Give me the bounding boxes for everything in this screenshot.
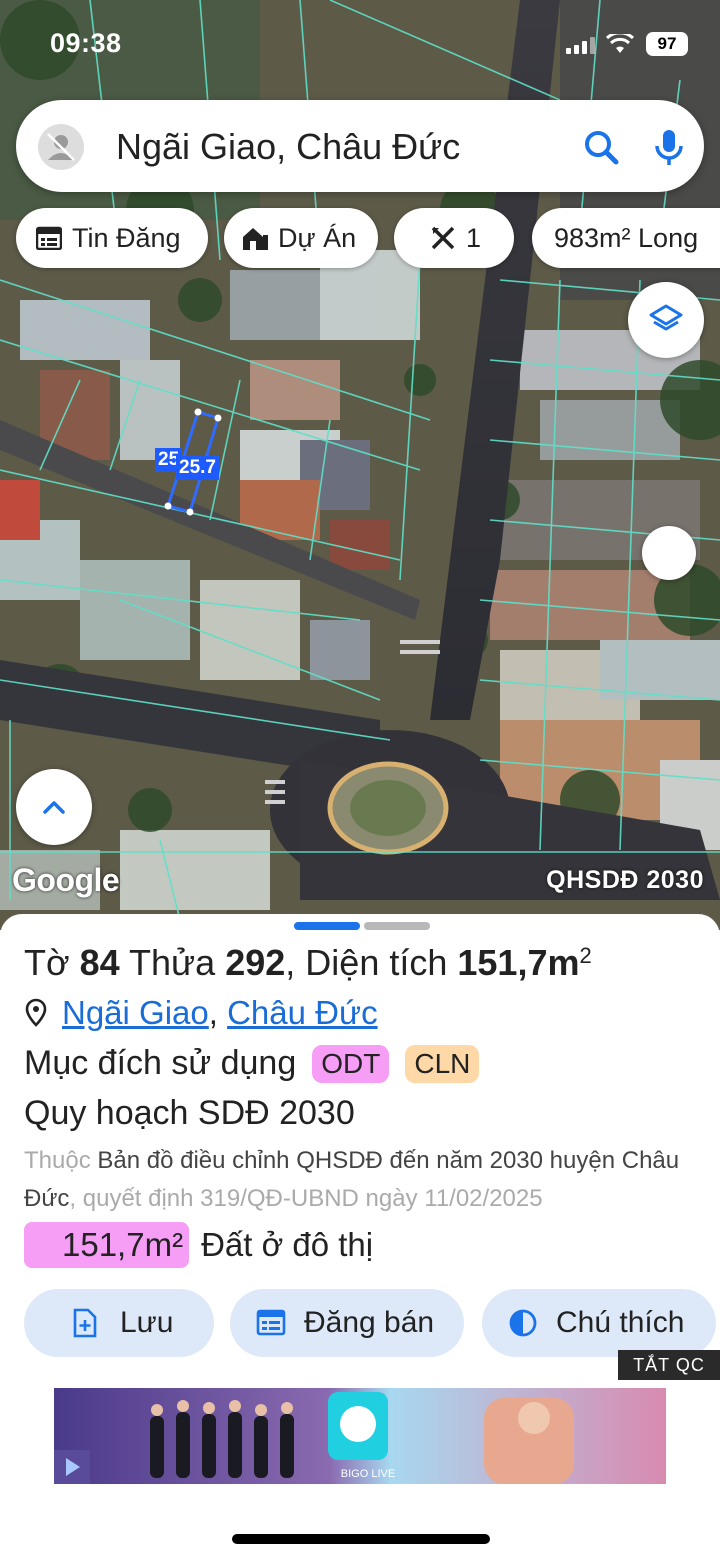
user-placeholder-icon bbox=[47, 133, 75, 161]
save-button[interactable]: Lưu bbox=[24, 1289, 214, 1357]
add-file-icon bbox=[72, 1308, 102, 1338]
parcel-label: Thửa bbox=[129, 942, 216, 983]
parcel-number: 292 bbox=[225, 942, 286, 983]
chevron-up-icon bbox=[43, 801, 65, 814]
status-time: 09:38 bbox=[50, 28, 122, 58]
title-comma: , bbox=[285, 942, 296, 983]
ruler-icon bbox=[428, 223, 458, 253]
sheet-number: 84 bbox=[79, 942, 120, 983]
land-type: Đất ở đô thị bbox=[201, 1226, 374, 1263]
note-map-name: Bản đồ điều chỉnh QHSDĐ đến năm 2030 huy… bbox=[97, 1147, 616, 1174]
parcel-location: Ngãi Giao, Châu Đức bbox=[24, 994, 378, 1032]
purpose-tag-cln[interactable]: CLN bbox=[405, 1044, 480, 1083]
plan-title: Quy hoạch SDĐ 2030 bbox=[24, 1094, 355, 1132]
search-icon bbox=[585, 131, 619, 165]
sheet-label: Tờ bbox=[24, 942, 70, 983]
chip-area[interactable]: 983m² Long bbox=[532, 208, 720, 268]
expand-button[interactable] bbox=[16, 769, 92, 845]
post-sale-label: Đăng bán bbox=[304, 1306, 435, 1339]
google-logo: Google bbox=[12, 862, 120, 898]
home-building-icon bbox=[240, 223, 270, 253]
microphone-icon bbox=[655, 130, 683, 165]
page-dot bbox=[364, 922, 430, 930]
area-badge: 151,7m² bbox=[24, 1222, 190, 1268]
cellular-signal-icon bbox=[566, 36, 595, 54]
home-indicator[interactable] bbox=[232, 1534, 490, 1544]
battery-icon: 97 bbox=[646, 32, 688, 56]
district-link[interactable]: Châu Đức bbox=[227, 994, 377, 1032]
land-use-purpose: Mục đích sử dụng ODT CLN bbox=[24, 1044, 480, 1083]
legend-button[interactable]: Chú thích bbox=[482, 1289, 716, 1357]
location-button[interactable] bbox=[642, 526, 696, 580]
plan-note: Thuộc Bản đồ điều chỉnh QHSDĐ đến năm 20… bbox=[24, 1142, 704, 1218]
chip-measure[interactable]: 1 bbox=[394, 208, 514, 268]
voice-search-button[interactable] bbox=[644, 122, 694, 172]
legend-label: Chú thích bbox=[556, 1306, 685, 1339]
search-input[interactable]: Ngãi Giao, Châu Đức bbox=[116, 126, 460, 168]
purpose-tag-odt[interactable]: ODT bbox=[312, 1044, 390, 1083]
ward-link[interactable]: Ngãi Giao bbox=[62, 994, 209, 1032]
chip-du-an[interactable]: Dự Án bbox=[224, 208, 378, 268]
close-ad-button[interactable]: TẮT QC bbox=[618, 1350, 720, 1380]
layers-icon bbox=[649, 304, 683, 331]
status-bar: 09:38 97 bbox=[0, 26, 720, 66]
note-prefix: Thuộc bbox=[24, 1147, 91, 1174]
wifi-icon bbox=[606, 34, 634, 53]
search-button[interactable] bbox=[576, 122, 626, 172]
area-label: Diện tích bbox=[305, 942, 448, 983]
parcel-title: Tờ 84 Thửa 292, Diện tích 151,7m2 bbox=[24, 942, 592, 984]
area-unit-superscript: 2 bbox=[579, 943, 592, 968]
page-indicator bbox=[294, 922, 430, 930]
map-layer-label: QHSDĐ 2030 bbox=[546, 866, 704, 894]
chip-label: 1 bbox=[466, 222, 482, 253]
land-area-row: 151,7m² Đất ở đô thị bbox=[24, 1222, 373, 1268]
parcel-info-sheet[interactable]: Tờ 84 Thửa 292, Diện tích 151,7m2 Ngãi G… bbox=[0, 914, 720, 1559]
calendar-icon bbox=[34, 223, 64, 253]
area-value: 151,7m bbox=[457, 942, 580, 983]
calendar-icon bbox=[256, 1308, 286, 1338]
save-label: Lưu bbox=[120, 1306, 174, 1339]
chip-label: 983m² Long bbox=[554, 222, 699, 253]
location-pin-icon bbox=[25, 998, 47, 1027]
chip-label: Tin Đăng bbox=[72, 222, 181, 253]
chip-tin-dang[interactable]: Tin Đăng bbox=[16, 208, 208, 268]
avatar[interactable] bbox=[38, 124, 84, 170]
ad-banner[interactable]: BIGO LIVE bbox=[54, 1388, 666, 1484]
chip-label: Dự Án bbox=[278, 222, 357, 253]
note-decision: , quyết định 319/QĐ-UBND ngày 11/02/2025 bbox=[69, 1185, 543, 1212]
contrast-icon bbox=[508, 1308, 538, 1338]
ad-brand: BIGO LIVE bbox=[340, 1468, 396, 1480]
search-bar[interactable]: Ngãi Giao, Châu Đức bbox=[16, 100, 704, 192]
purpose-label: Mục đích sử dụng bbox=[24, 1044, 297, 1082]
map-view[interactable]: 25 25.7 09:38 97 Ngãi Giao, Châu Đức Tin… bbox=[0, 0, 720, 930]
page-dot-active bbox=[294, 922, 360, 930]
location-separator: , bbox=[208, 994, 218, 1031]
layers-button[interactable] bbox=[628, 282, 704, 358]
post-sale-button[interactable]: Đăng bán bbox=[230, 1289, 464, 1357]
plot-dimension-label: 25.7 bbox=[176, 456, 219, 480]
